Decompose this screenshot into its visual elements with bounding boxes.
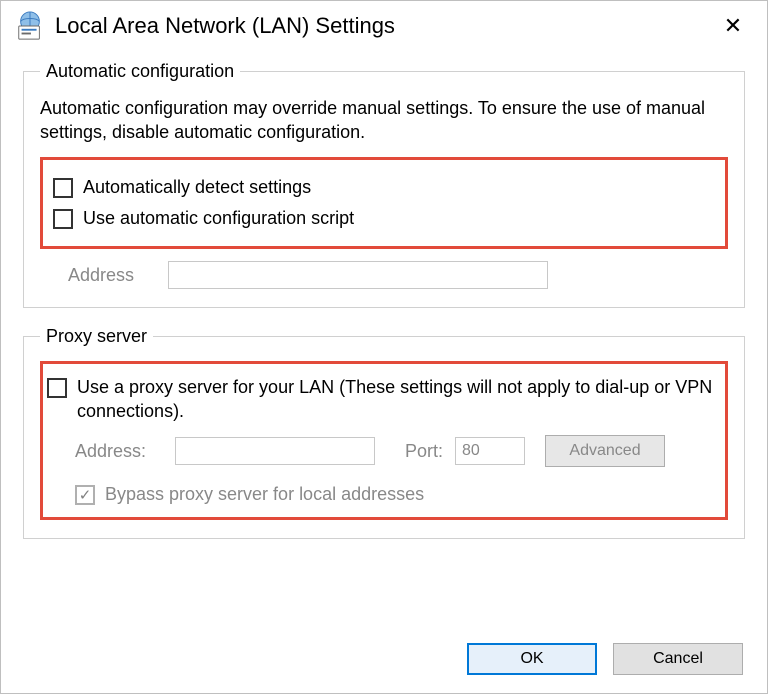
close-icon: ✕ (724, 13, 742, 38)
auto-detect-checkbox[interactable] (53, 178, 73, 198)
network-settings-icon (15, 11, 45, 41)
advanced-button: Advanced (545, 435, 665, 467)
automatic-configuration-legend: Automatic configuration (40, 61, 240, 82)
auto-script-label: Use automatic configuration script (83, 207, 354, 230)
ok-button[interactable]: OK (467, 643, 597, 675)
bypass-checkbox (75, 485, 95, 505)
proxy-port-input (455, 437, 525, 465)
dialog-footer: OK Cancel (1, 635, 767, 693)
auto-script-row: Use automatic configuration script (53, 207, 715, 230)
cancel-button[interactable]: Cancel (613, 643, 743, 675)
titlebar: Local Area Network (LAN) Settings ✕ (1, 1, 767, 49)
automatic-configuration-desc: Automatic configuration may override man… (40, 96, 728, 145)
proxy-server-legend: Proxy server (40, 326, 153, 347)
close-button[interactable]: ✕ (713, 15, 753, 37)
proxy-port-label: Port: (405, 441, 443, 462)
automatic-configuration-group: Automatic configuration Automatic config… (23, 61, 745, 308)
auto-script-checkbox[interactable] (53, 209, 73, 229)
proxy-highlight-box: Use a proxy server for your LAN (These s… (40, 361, 728, 520)
proxy-address-label: Address: (75, 441, 175, 462)
auto-detect-label: Automatically detect settings (83, 176, 311, 199)
lan-settings-dialog: Local Area Network (LAN) Settings ✕ Auto… (0, 0, 768, 694)
dialog-content: Automatic configuration Automatic config… (1, 49, 767, 635)
auto-address-input (168, 261, 548, 289)
proxy-use-label: Use a proxy server for your LAN (These s… (77, 376, 715, 423)
proxy-server-group: Proxy server Use a proxy server for your… (23, 326, 745, 539)
proxy-address-input (175, 437, 375, 465)
auto-detect-row: Automatically detect settings (53, 176, 715, 199)
proxy-address-row: Address: Port: Advanced (75, 435, 715, 467)
bypass-row: Bypass proxy server for local addresses (75, 483, 715, 505)
auto-highlight-box: Automatically detect settings Use automa… (40, 157, 728, 250)
auto-address-label: Address (68, 265, 168, 286)
proxy-use-checkbox[interactable] (47, 378, 67, 398)
dialog-title: Local Area Network (LAN) Settings (55, 13, 713, 39)
bypass-label: Bypass proxy server for local addresses (105, 484, 424, 505)
proxy-use-row: Use a proxy server for your LAN (These s… (47, 376, 715, 423)
auto-address-row: Address (68, 261, 728, 289)
